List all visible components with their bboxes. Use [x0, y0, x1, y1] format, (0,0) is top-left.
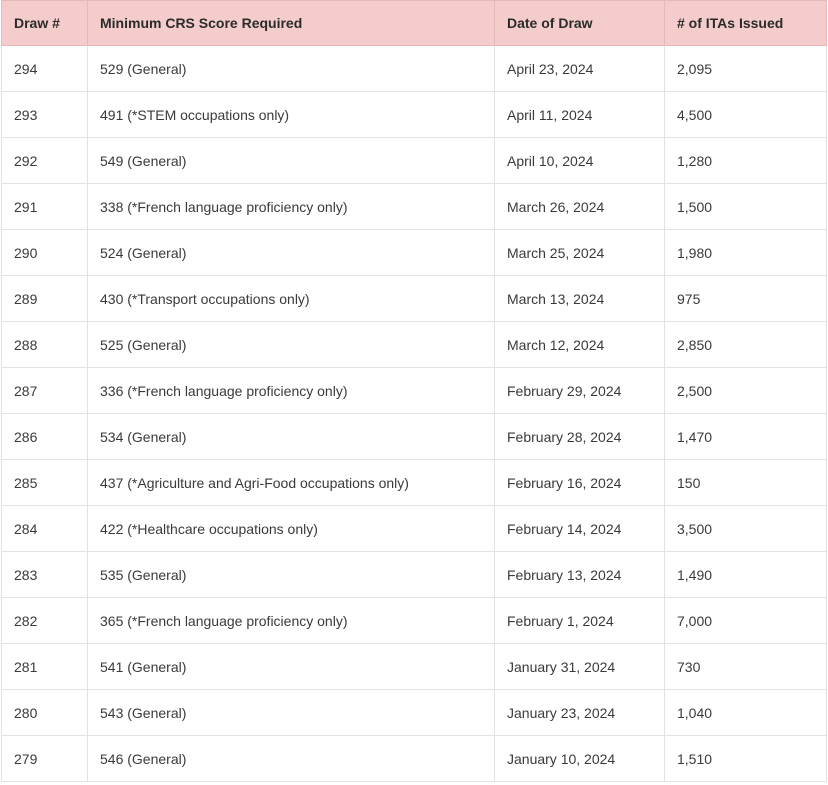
date-of-draw-cell: February 16, 2024 — [494, 459, 665, 506]
min-crs-score-cell: 541 (General) — [87, 643, 495, 690]
header-draw-number: Draw # — [1, 0, 88, 46]
date-of-draw-cell: April 10, 2024 — [494, 137, 665, 184]
date-of-draw-cell: March 26, 2024 — [494, 183, 665, 230]
draw-number-cell: 291 — [1, 183, 88, 230]
draw-number-cell: 287 — [1, 367, 88, 414]
header-row: Draw # Minimum CRS Score Required Date o… — [1, 0, 827, 46]
draw-number-cell: 290 — [1, 229, 88, 276]
draw-number-cell: 282 — [1, 597, 88, 644]
date-of-draw-cell: February 28, 2024 — [494, 413, 665, 460]
table-row: 288 525 (General) March 12, 2024 2,850 — [1, 321, 827, 368]
draw-number-cell: 283 — [1, 551, 88, 598]
table-row: 290 524 (General) March 25, 2024 1,980 — [1, 229, 827, 276]
date-of-draw-cell: April 23, 2024 — [494, 45, 665, 92]
itas-issued-cell: 1,510 — [664, 735, 827, 782]
header-date-of-draw: Date of Draw — [494, 0, 665, 46]
itas-issued-cell: 2,850 — [664, 321, 827, 368]
date-of-draw-cell: April 11, 2024 — [494, 91, 665, 138]
min-crs-score-cell: 430 (*Transport occupations only) — [87, 275, 495, 322]
itas-issued-cell: 4,500 — [664, 91, 827, 138]
itas-issued-cell: 7,000 — [664, 597, 827, 644]
table-row: 286 534 (General) February 28, 2024 1,470 — [1, 413, 827, 460]
draw-number-cell: 281 — [1, 643, 88, 690]
date-of-draw-cell: February 14, 2024 — [494, 505, 665, 552]
table-header: Draw # Minimum CRS Score Required Date o… — [1, 0, 827, 46]
itas-issued-cell: 2,500 — [664, 367, 827, 414]
table-row: 280 543 (General) January 23, 2024 1,040 — [1, 689, 827, 736]
table-body: 294 529 (General) April 23, 2024 2,095 293 49… — [1, 45, 827, 782]
min-crs-score-cell: 529 (General) — [87, 45, 495, 92]
date-of-draw-cell: March 13, 2024 — [494, 275, 665, 322]
min-crs-score-cell: 437 (*Agriculture and Agri-Food occupati… — [87, 459, 495, 506]
itas-issued-cell: 1,490 — [664, 551, 827, 598]
min-crs-score-cell: 524 (General) — [87, 229, 495, 276]
table-row: 294 529 (General) April 23, 2024 2,095 — [1, 45, 827, 92]
min-crs-score-cell: 338 (*French language proficiency only) — [87, 183, 495, 230]
min-crs-score-cell: 534 (General) — [87, 413, 495, 460]
itas-issued-cell: 730 — [664, 643, 827, 690]
itas-issued-cell: 1,040 — [664, 689, 827, 736]
itas-issued-cell: 1,280 — [664, 137, 827, 184]
itas-issued-cell: 2,095 — [664, 45, 827, 92]
min-crs-score-cell: 491 (*STEM occupations only) — [87, 91, 495, 138]
table-row: 282 365 (*French language proficiency onl… — [1, 597, 827, 644]
itas-issued-cell: 975 — [664, 275, 827, 322]
header-min-crs-score: Minimum CRS Score Required — [87, 0, 495, 46]
draw-number-cell: 289 — [1, 275, 88, 322]
itas-issued-cell: 150 — [664, 459, 827, 506]
table-row: 283 535 (General) February 13, 2024 1,490 — [1, 551, 827, 598]
date-of-draw-cell: January 10, 2024 — [494, 735, 665, 782]
date-of-draw-cell: January 23, 2024 — [494, 689, 665, 736]
draw-number-cell: 286 — [1, 413, 88, 460]
table-row: 291 338 (*French language proficiency onl… — [1, 183, 827, 230]
itas-issued-cell: 1,500 — [664, 183, 827, 230]
min-crs-score-cell: 549 (General) — [87, 137, 495, 184]
date-of-draw-cell: January 31, 2024 — [494, 643, 665, 690]
draw-number-cell: 294 — [1, 45, 88, 92]
table-row: 285 437 (*Agriculture and Agri-Food occup… — [1, 459, 827, 506]
table-row: 289 430 (*Transport occupations only) Marc… — [1, 275, 827, 322]
itas-issued-cell: 1,980 — [664, 229, 827, 276]
draw-number-cell: 284 — [1, 505, 88, 552]
min-crs-score-cell: 546 (General) — [87, 735, 495, 782]
date-of-draw-cell: March 12, 2024 — [494, 321, 665, 368]
header-itas-issued: # of ITAs Issued — [664, 0, 827, 46]
draw-number-cell: 280 — [1, 689, 88, 736]
table-row: 279 546 (General) January 10, 2024 1,510 — [1, 735, 827, 782]
table-row: 281 541 (General) January 31, 2024 730 — [1, 643, 827, 690]
min-crs-score-cell: 543 (General) — [87, 689, 495, 736]
draw-number-cell: 293 — [1, 91, 88, 138]
min-crs-score-cell: 365 (*French language proficiency only) — [87, 597, 495, 644]
express-entry-draws-table: Draw # Minimum CRS Score Required Date o… — [1, 0, 827, 782]
itas-issued-cell: 1,470 — [664, 413, 827, 460]
date-of-draw-cell: February 13, 2024 — [494, 551, 665, 598]
min-crs-score-cell: 422 (*Healthcare occupations only) — [87, 505, 495, 552]
draw-number-cell: 288 — [1, 321, 88, 368]
date-of-draw-cell: March 25, 2024 — [494, 229, 665, 276]
draw-number-cell: 285 — [1, 459, 88, 506]
table-row: 284 422 (*Healthcare occupations only) Feb… — [1, 505, 827, 552]
min-crs-score-cell: 525 (General) — [87, 321, 495, 368]
table-row: 293 491 (*STEM occupations only) April 11,… — [1, 91, 827, 138]
min-crs-score-cell: 336 (*French language proficiency only) — [87, 367, 495, 414]
date-of-draw-cell: February 1, 2024 — [494, 597, 665, 644]
min-crs-score-cell: 535 (General) — [87, 551, 495, 598]
table-row: 292 549 (General) April 10, 2024 1,280 — [1, 137, 827, 184]
itas-issued-cell: 3,500 — [664, 505, 827, 552]
table-row: 287 336 (*French language proficiency onl… — [1, 367, 827, 414]
draw-number-cell: 279 — [1, 735, 88, 782]
draw-number-cell: 292 — [1, 137, 88, 184]
date-of-draw-cell: February 29, 2024 — [494, 367, 665, 414]
